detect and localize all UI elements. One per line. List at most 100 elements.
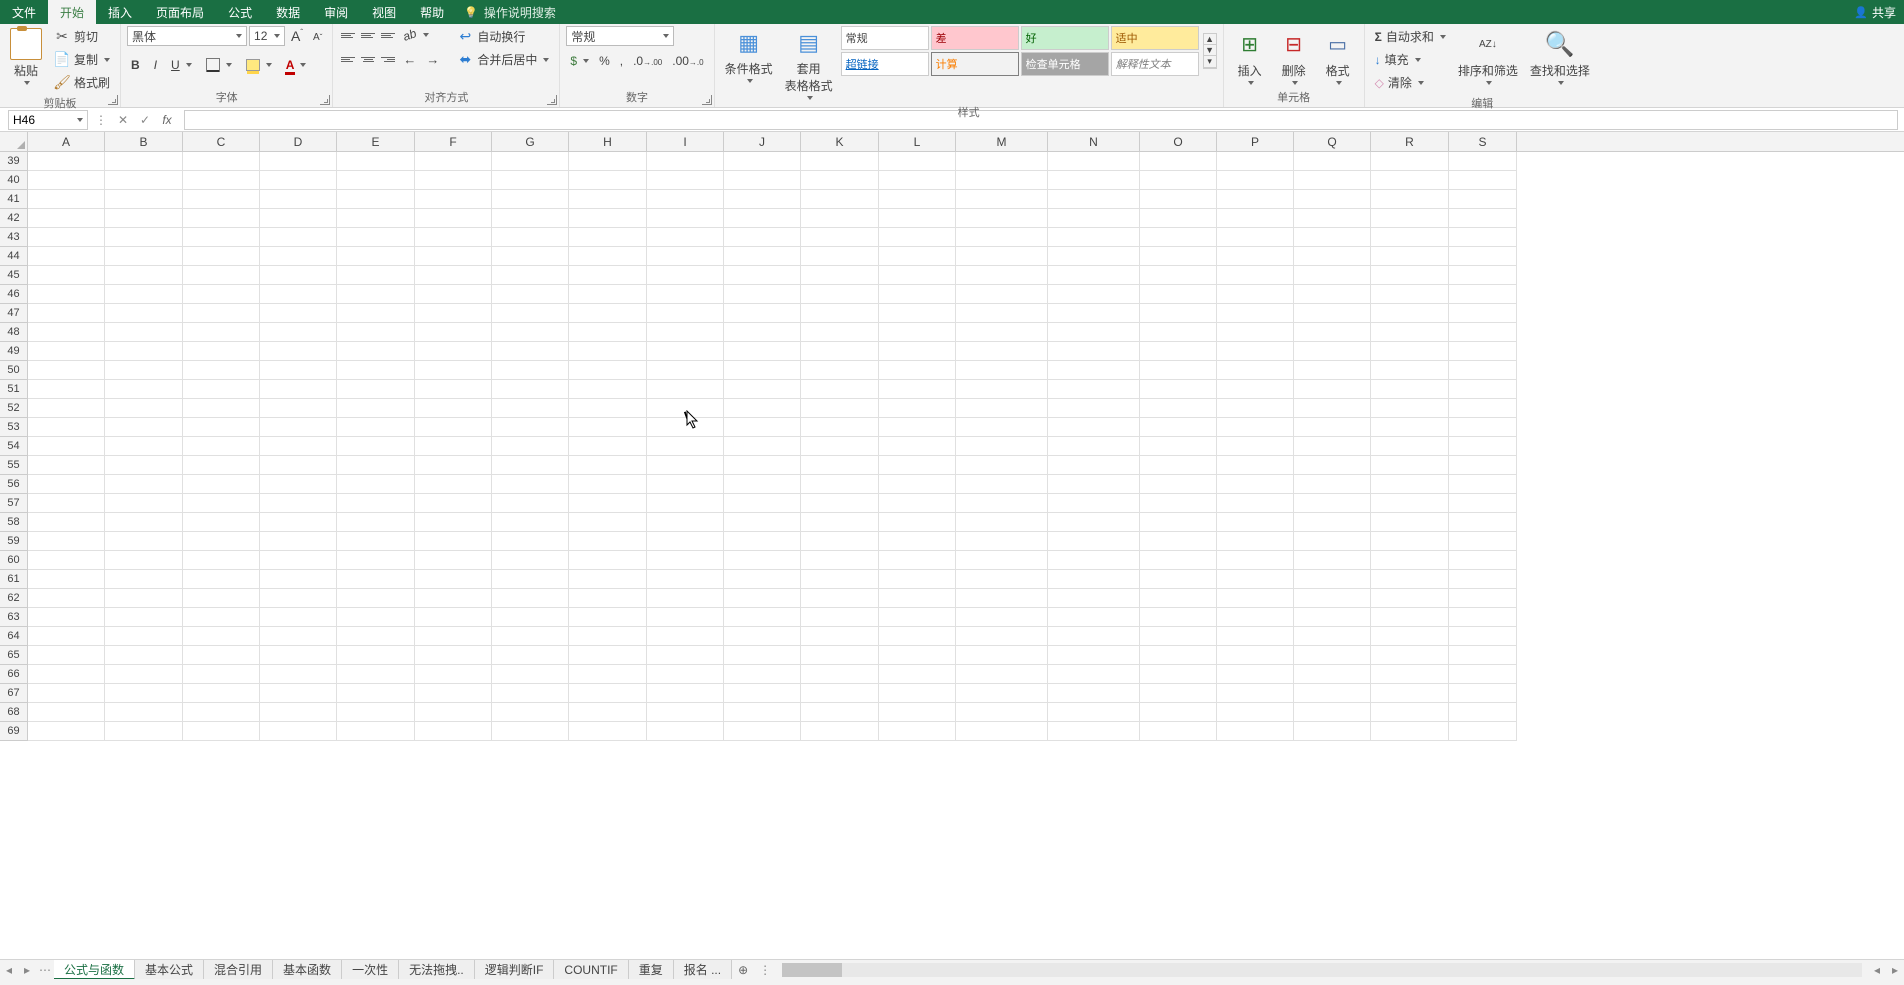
cell-R58[interactable]: [1371, 513, 1449, 532]
cell-G67[interactable]: [492, 684, 569, 703]
sheet-tab-0[interactable]: 公式与函数: [54, 960, 135, 980]
cell-H56[interactable]: [569, 475, 647, 494]
cell-I68[interactable]: [647, 703, 724, 722]
cell-C54[interactable]: [183, 437, 260, 456]
cell-E69[interactable]: [337, 722, 415, 741]
cell-Q52[interactable]: [1294, 399, 1371, 418]
cell-G47[interactable]: [492, 304, 569, 323]
cell-K59[interactable]: [801, 532, 879, 551]
cell-L47[interactable]: [879, 304, 956, 323]
cell-E49[interactable]: [337, 342, 415, 361]
cell-O40[interactable]: [1140, 171, 1217, 190]
row-header-42[interactable]: 42: [0, 209, 28, 228]
cell-M53[interactable]: [956, 418, 1048, 437]
cell-K51[interactable]: [801, 380, 879, 399]
cell-E45[interactable]: [337, 266, 415, 285]
cell-I69[interactable]: [647, 722, 724, 741]
cell-H51[interactable]: [569, 380, 647, 399]
cell-S54[interactable]: [1449, 437, 1517, 456]
cell-A58[interactable]: [28, 513, 105, 532]
font-color-button[interactable]: A: [282, 56, 311, 74]
cell-S49[interactable]: [1449, 342, 1517, 361]
cell-O48[interactable]: [1140, 323, 1217, 342]
cell-P64[interactable]: [1217, 627, 1294, 646]
cell-S55[interactable]: [1449, 456, 1517, 475]
cell-Q49[interactable]: [1294, 342, 1371, 361]
cell-C41[interactable]: [183, 190, 260, 209]
cell-I57[interactable]: [647, 494, 724, 513]
cell-G68[interactable]: [492, 703, 569, 722]
cell-style-5[interactable]: 计算: [931, 52, 1019, 76]
scrollbar-thumb[interactable]: [782, 963, 842, 977]
cell-E63[interactable]: [337, 608, 415, 627]
cell-K52[interactable]: [801, 399, 879, 418]
cell-A54[interactable]: [28, 437, 105, 456]
cell-K56[interactable]: [801, 475, 879, 494]
ribbon-tab-开始[interactable]: 开始: [48, 0, 96, 24]
cell-G51[interactable]: [492, 380, 569, 399]
cell-S44[interactable]: [1449, 247, 1517, 266]
cell-P61[interactable]: [1217, 570, 1294, 589]
cell-B51[interactable]: [105, 380, 183, 399]
cell-M66[interactable]: [956, 665, 1048, 684]
share-button[interactable]: 共享: [1854, 4, 1896, 21]
cell-M61[interactable]: [956, 570, 1048, 589]
cell-D53[interactable]: [260, 418, 337, 437]
cell-I66[interactable]: [647, 665, 724, 684]
cell-A51[interactable]: [28, 380, 105, 399]
insert-function-button[interactable]: fx: [156, 113, 178, 127]
cell-G59[interactable]: [492, 532, 569, 551]
cell-M65[interactable]: [956, 646, 1048, 665]
cell-L40[interactable]: [879, 171, 956, 190]
increase-decimal-button[interactable]: [629, 52, 666, 70]
cell-style-0[interactable]: 常规: [841, 26, 929, 50]
cell-P52[interactable]: [1217, 399, 1294, 418]
cell-R51[interactable]: [1371, 380, 1449, 399]
cell-M62[interactable]: [956, 589, 1048, 608]
cell-M55[interactable]: [956, 456, 1048, 475]
cell-K46[interactable]: [801, 285, 879, 304]
cell-M54[interactable]: [956, 437, 1048, 456]
cell-I53[interactable]: [647, 418, 724, 437]
cell-H69[interactable]: [569, 722, 647, 741]
cell-L45[interactable]: [879, 266, 956, 285]
scroll-left-button[interactable]: ◂: [1868, 963, 1886, 977]
cell-N56[interactable]: [1048, 475, 1140, 494]
cell-J65[interactable]: [724, 646, 801, 665]
format-as-table-button[interactable]: 套用 表格格式: [781, 26, 837, 102]
sheet-tab-1[interactable]: 基本公式: [135, 960, 204, 980]
cell-I40[interactable]: [647, 171, 724, 190]
cell-F62[interactable]: [415, 589, 492, 608]
cell-P49[interactable]: [1217, 342, 1294, 361]
dialog-launcher-number[interactable]: [702, 95, 712, 105]
cell-R43[interactable]: [1371, 228, 1449, 247]
cell-B67[interactable]: [105, 684, 183, 703]
cell-P40[interactable]: [1217, 171, 1294, 190]
cell-M49[interactable]: [956, 342, 1048, 361]
cell-D40[interactable]: [260, 171, 337, 190]
cell-C46[interactable]: [183, 285, 260, 304]
cell-L51[interactable]: [879, 380, 956, 399]
border-button[interactable]: [202, 56, 236, 74]
cell-K66[interactable]: [801, 665, 879, 684]
cell-S45[interactable]: [1449, 266, 1517, 285]
cell-I41[interactable]: [647, 190, 724, 209]
cell-R39[interactable]: [1371, 152, 1449, 171]
cell-D39[interactable]: [260, 152, 337, 171]
cell-R48[interactable]: [1371, 323, 1449, 342]
row-header-55[interactable]: 55: [0, 456, 28, 475]
cell-E58[interactable]: [337, 513, 415, 532]
cell-R59[interactable]: [1371, 532, 1449, 551]
cell-O67[interactable]: [1140, 684, 1217, 703]
cell-S47[interactable]: [1449, 304, 1517, 323]
cell-G43[interactable]: [492, 228, 569, 247]
cell-M67[interactable]: [956, 684, 1048, 703]
cell-S50[interactable]: [1449, 361, 1517, 380]
cell-L60[interactable]: [879, 551, 956, 570]
cell-R69[interactable]: [1371, 722, 1449, 741]
cell-H48[interactable]: [569, 323, 647, 342]
cell-S40[interactable]: [1449, 171, 1517, 190]
cell-L53[interactable]: [879, 418, 956, 437]
cell-G54[interactable]: [492, 437, 569, 456]
cell-N59[interactable]: [1048, 532, 1140, 551]
